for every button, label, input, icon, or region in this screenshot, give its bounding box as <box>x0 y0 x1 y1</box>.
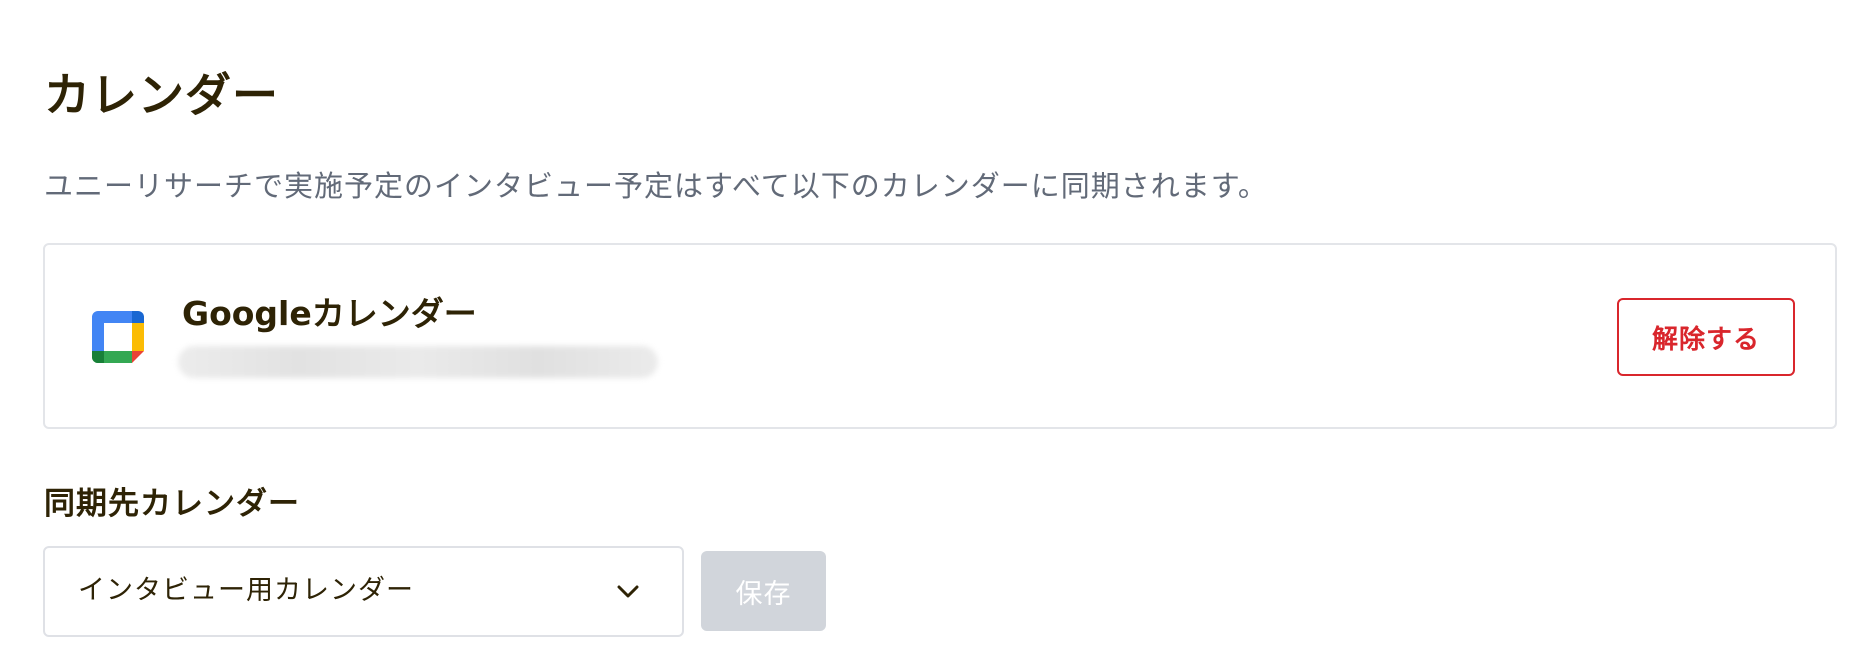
calendar-provider-name: Googleカレンダー <box>182 294 477 333</box>
page-title: カレンダー <box>44 67 279 122</box>
chevron-down-icon <box>617 585 639 598</box>
sync-target-label: 同期先カレンダー <box>44 486 300 522</box>
account-email <box>178 346 658 378</box>
page-description: ユニーリサーチで実施予定のインタビュー予定はすべて以下のカレンダーに同期されます… <box>44 169 1268 203</box>
save-button[interactable]: 保存 <box>701 551 826 631</box>
select-value: インタビュー用カレンダー <box>78 575 414 606</box>
sync-calendar-select[interactable]: インタビュー用カレンダー <box>43 546 684 637</box>
google-calendar-icon <box>92 311 144 363</box>
connected-calendar-card: Googleカレンダー 解除する <box>43 243 1837 429</box>
disconnect-button[interactable]: 解除する <box>1617 298 1795 376</box>
